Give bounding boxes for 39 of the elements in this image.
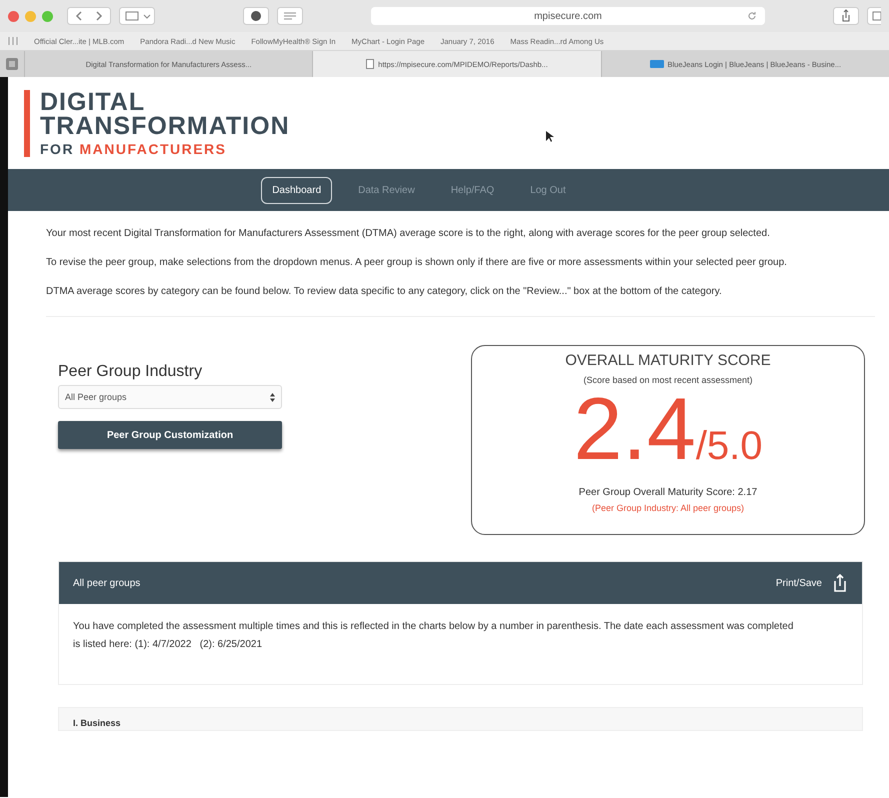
nav-link[interactable]: Log Out [520,178,576,202]
card-subtitle: (Score based on most recent assessment) [582,375,754,385]
site-icon [650,60,664,68]
nav-link[interactable]: Dashboard [261,176,332,204]
intro-paragraph: Your most recent Digital Transformation for Manufacturers Assessment (DTMA) average score is to the right, along with average scores for the peer group selected. [46,227,771,241]
tab-overview-icon[interactable] [6,58,18,70]
field-label: Peer Group Industry [58,363,204,381]
back-forward-icon[interactable] [67,7,111,25]
stepper-icon [270,392,275,402]
cursor-icon [546,131,554,143]
panel-text: You have completed the assessment multiple times and this is reflected in the charts below by a number in parenthesis. The date each assessment was completed is listed here: (1): 4/7/2022 (2): 6/25/2021 [73,620,794,652]
reload-icon[interactable] [747,11,757,21]
peer-group-dropdown[interactable]: All Peer groups [58,385,282,409]
share-icon[interactable] [832,574,848,592]
logo-text: TRANSFORMATION [40,114,290,138]
peer-score: Peer Group Overall Maturity Score: 2.17 [578,487,758,498]
logo-text: FOR [40,140,74,156]
grid-icon[interactable] [8,37,18,45]
peer-note: (Peer Group Industry: All peer groups) [590,503,746,513]
logo-text: DIGITAL [40,90,146,114]
card-title: OVERALL MATURITY SCORE [564,352,772,369]
sidebar-icon[interactable] [119,7,155,25]
nav-link[interactable]: Data Review [348,178,425,202]
nav-link[interactable]: Help/FAQ [440,178,504,202]
print-save-link[interactable]: Print/Save [776,578,822,588]
reader-icon[interactable] [277,7,303,25]
page-icon [366,59,374,69]
close-icon[interactable] [8,10,19,22]
maximize-icon[interactable] [42,10,53,22]
score-value: 2.4 [573,389,696,469]
peer-group-customization-button[interactable]: Peer Group Customization [58,421,282,449]
score-max: /5.0 [696,426,763,466]
intro-paragraph: DTMA average scores by category can be found below. To review data specific to any category, click on the "Review..." box at the bottom of the category. [46,285,723,299]
share-icon[interactable] [833,7,859,25]
section-title: I. Business [73,718,121,728]
intro-paragraph: To revise the peer group, make selections from the dropdown menus. A peer group is shown only if there are five or more assessments within your selected peer group. [46,256,788,270]
address-bar[interactable]: mpisecure.com [371,7,765,25]
panel-title: All peer groups [73,578,140,588]
logo-text: MANUFACTURERS [79,140,227,156]
